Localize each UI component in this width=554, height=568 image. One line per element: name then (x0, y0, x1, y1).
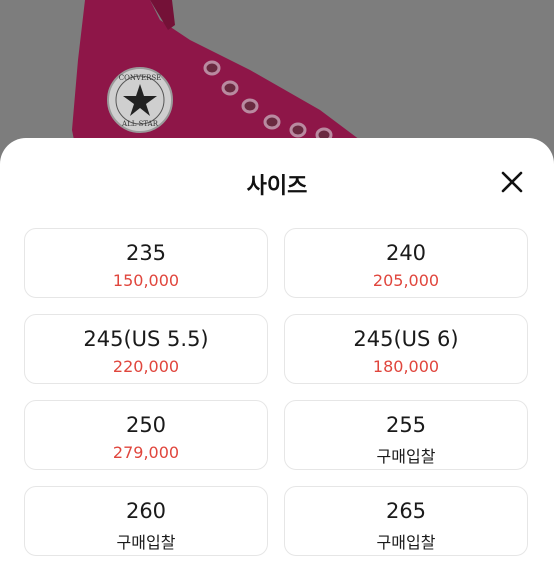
converse-logo-patch: CONVERSE ALL STAR (107, 67, 173, 133)
size-option[interactable]: 245(US 5.5) 220,000 (24, 314, 268, 384)
size-price: 279,000 (112, 443, 180, 462)
size-label: 235 (125, 241, 167, 265)
size-label: 250 (125, 413, 167, 437)
close-button[interactable] (498, 168, 526, 196)
size-option[interactable]: 235 150,000 (24, 228, 268, 298)
close-icon (501, 171, 523, 193)
size-status: 구매입찰 (116, 533, 176, 552)
size-price: 180,000 (372, 357, 440, 376)
size-status: 구매입찰 (376, 533, 436, 552)
size-label: 265 (385, 499, 427, 523)
size-price: 220,000 (112, 357, 180, 376)
size-price: 150,000 (112, 271, 180, 290)
size-label: 255 (385, 413, 427, 437)
size-label: 240 (385, 241, 427, 265)
size-option[interactable]: 240 205,000 (284, 228, 528, 298)
sheet-title: 사이즈 (246, 174, 308, 199)
size-bottom-sheet: 사이즈 235 150,000 240 205,000 245(US 5.5) … (0, 138, 554, 568)
size-label: 260 (125, 499, 167, 523)
sheet-header: 사이즈 (0, 138, 554, 226)
size-option[interactable]: 255 구매입찰 (284, 400, 528, 470)
size-price: 205,000 (372, 271, 440, 290)
svg-text:ALL STAR: ALL STAR (121, 120, 159, 128)
size-option[interactable]: 265 구매입찰 (284, 486, 528, 556)
size-option[interactable]: 250 279,000 (24, 400, 268, 470)
size-status: 구매입찰 (376, 447, 436, 466)
size-option[interactable]: 260 구매입찰 (24, 486, 268, 556)
size-label: 245(US 6) (353, 327, 459, 351)
size-label: 245(US 5.5) (83, 327, 209, 351)
size-option[interactable]: 245(US 6) 180,000 (284, 314, 528, 384)
svg-text:CONVERSE: CONVERSE (119, 74, 162, 82)
